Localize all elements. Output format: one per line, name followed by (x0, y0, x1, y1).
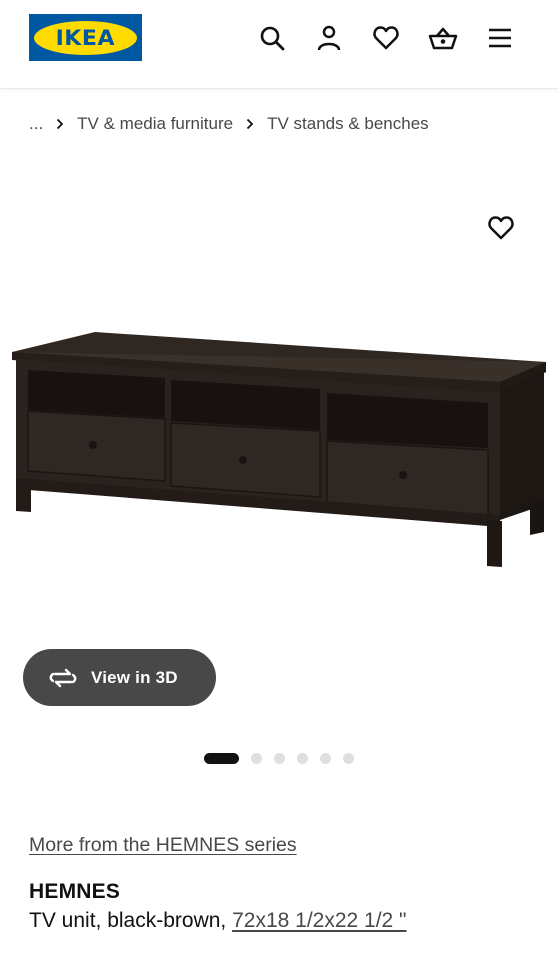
breadcrumb-ellipsis[interactable]: ... (29, 114, 43, 134)
pagination-dot-3[interactable] (274, 752, 285, 764)
breadcrumb-tv-media-furniture[interactable]: TV & media furniture (77, 114, 233, 134)
image-pagination (204, 752, 354, 764)
heart-icon (488, 216, 514, 240)
pagination-dot-1[interactable] (204, 752, 239, 764)
pagination-dot-5[interactable] (320, 752, 331, 764)
product-description: TV unit, black-brown, (29, 909, 227, 932)
cart-icon[interactable] (427, 22, 459, 54)
breadcrumb: ... TV & media furniture TV stands & ben… (29, 112, 429, 136)
series-link[interactable]: More from the HEMNES series (29, 834, 297, 857)
ikea-logo[interactable]: IKEA (29, 14, 142, 61)
heart-icon[interactable] (370, 22, 402, 54)
account-icon[interactable] (313, 22, 345, 54)
favorite-button[interactable] (484, 211, 518, 245)
pagination-dot-6[interactable] (343, 752, 354, 764)
breadcrumb-tv-stands-benches[interactable]: TV stands & benches (267, 114, 429, 134)
pagination-dot-2[interactable] (251, 752, 262, 764)
chevron-right-icon (56, 118, 64, 130)
view-in-3d-button[interactable]: View in 3D (23, 649, 216, 706)
logo-text: IKEA (55, 25, 116, 50)
product-size-link[interactable]: 72x18 1/2x22 1/2 " (232, 909, 406, 932)
chevron-right-icon (246, 118, 254, 130)
search-icon[interactable] (256, 22, 288, 54)
view-in-3d-label: View in 3D (91, 667, 178, 687)
product-description-line: TV unit, black-brown, 72x18 1/2x22 1/2 " (29, 909, 407, 933)
pagination-dot-4[interactable] (297, 752, 308, 764)
logo-oval: IKEA (34, 20, 137, 55)
menu-icon[interactable] (484, 22, 516, 54)
rotate-3d-icon (48, 666, 78, 690)
product-name: HEMNES (29, 880, 121, 903)
site-header: IKEA (0, 0, 558, 89)
